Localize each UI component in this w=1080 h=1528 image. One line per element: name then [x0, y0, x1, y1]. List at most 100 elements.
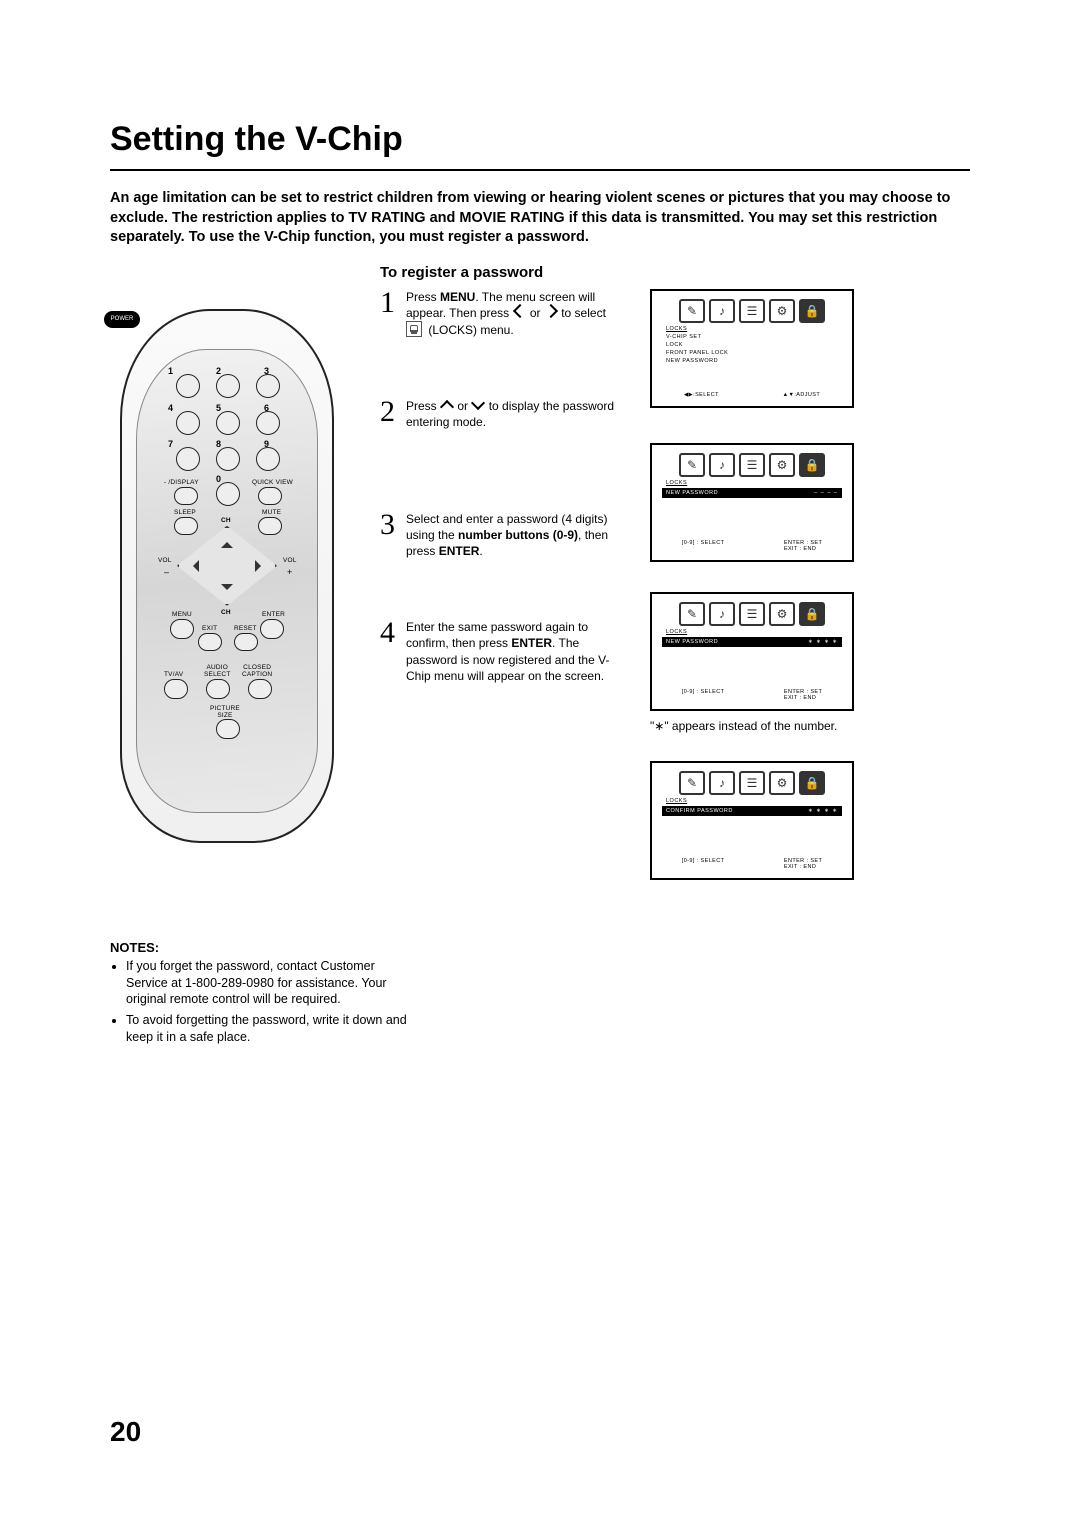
picsize-label: PICTURE SIZE	[210, 705, 240, 719]
num-2	[216, 374, 240, 398]
exit-button	[198, 633, 222, 651]
step-text: Enter the same password again to confirm…	[406, 619, 620, 684]
up-chevron-icon	[440, 400, 454, 414]
num-1	[176, 374, 200, 398]
osd-tab-picture-icon: ✎	[679, 299, 705, 323]
osd-tab-setup-icon: ☰	[739, 453, 765, 477]
right-chevron-icon	[544, 304, 558, 318]
num-6	[256, 411, 280, 435]
mute-label: MUTE	[262, 509, 281, 516]
enter-label: ENTER	[262, 611, 285, 618]
page-number: 20	[110, 1416, 141, 1448]
power-button: POWER	[104, 311, 140, 328]
step-3: 3 Select and enter a password (4 digits)…	[380, 511, 620, 560]
audio-label: AUDIO SELECT	[204, 664, 231, 678]
osd-screen-1: ✎ ♪ ☰ ⚙ 🔒 LOCKS V-CHIP SET LOCK FRONT PA…	[650, 289, 854, 408]
menu-label: MENU	[172, 611, 192, 618]
exit-label: EXIT	[202, 625, 217, 632]
num-7	[176, 447, 200, 471]
notes-heading: NOTES:	[110, 940, 410, 955]
osd-tab-audio-icon: ♪	[709, 602, 735, 626]
osd-footer-left: [0-9] : SELECT	[682, 858, 725, 870]
osd-tab-locks-icon: 🔒	[799, 299, 825, 323]
num-label-1: 1	[168, 366, 173, 376]
num-label-5: 5	[216, 403, 221, 413]
enter-button	[260, 619, 284, 639]
lock-icon	[406, 321, 422, 337]
display-button	[174, 487, 198, 505]
osd-tab-timer-icon: ⚙	[769, 453, 795, 477]
num-5	[216, 411, 240, 435]
num-8	[216, 447, 240, 471]
osd-footer-r2: EXIT : END	[784, 546, 822, 552]
osd-footer-left: [0-9] : SELECT	[682, 540, 725, 552]
osd-tab-setup-icon: ☰	[739, 771, 765, 795]
num-9	[256, 447, 280, 471]
osd-tab-timer-icon: ⚙	[769, 771, 795, 795]
step-4: 4 Enter the same password again to confi…	[380, 619, 620, 684]
num-label-4: 4	[168, 403, 173, 413]
step-number: 2	[380, 398, 406, 430]
audio-button	[206, 679, 230, 699]
num-4	[176, 411, 200, 435]
osd-highlight-line: NEW PASSWORD∗ ∗ ∗ ∗	[662, 637, 842, 647]
page-title: Setting the V-Chip	[110, 120, 970, 159]
osd-tab-picture-icon: ✎	[679, 602, 705, 626]
osd-tab-locks-icon: 🔒	[799, 602, 825, 626]
osd-line: V-CHIP SET	[652, 334, 852, 342]
osd-highlight-line: CONFIRM PASSWORD∗ ∗ ∗ ∗	[662, 806, 842, 816]
osd-screen-2: ✎ ♪ ☰ ⚙ 🔒 LOCKS NEW PASSWORD– – – – [0-9…	[650, 443, 854, 562]
quickview-label: QUICK VIEW	[252, 479, 293, 486]
vol-plus-label-top: VOL	[283, 557, 297, 564]
num-label-2: 2	[216, 366, 221, 376]
osd-section-title: LOCKS	[652, 629, 852, 637]
osd-section-title: LOCKS	[652, 480, 852, 488]
osd-highlight-line: NEW PASSWORD– – – –	[662, 488, 842, 498]
osd-tab-setup-icon: ☰	[739, 602, 765, 626]
osd-tab-locks-icon: 🔒	[799, 771, 825, 795]
display-label: - /DISPLAY	[164, 479, 199, 486]
osd-footer-r2: EXIT : END	[784, 864, 822, 870]
menu-button	[170, 619, 194, 639]
asterisk-note: "∗" appears instead of the number.	[650, 719, 970, 733]
notes-section: NOTES: If you forget the password, conta…	[110, 940, 410, 1046]
osd-line: FRONT PANEL LOCK	[652, 350, 852, 358]
osd-footer-r1: ENTER : SET	[784, 689, 822, 695]
osd-tab-audio-icon: ♪	[709, 299, 735, 323]
cc-label: CLOSED CAPTION	[242, 664, 272, 678]
osd-section-title: LOCKS	[652, 326, 852, 334]
divider	[110, 169, 970, 171]
osd-tab-locks-icon: 🔒	[799, 453, 825, 477]
osd-footer-r2: EXIT : END	[784, 695, 822, 701]
osd-tab-setup-icon: ☰	[739, 299, 765, 323]
down-chevron-icon	[471, 396, 485, 410]
quickview-button	[258, 487, 282, 505]
note-item: To avoid forgetting the password, write …	[126, 1012, 410, 1046]
ch-label-bottom: CH	[221, 609, 231, 616]
osd-tab-picture-icon: ✎	[679, 453, 705, 477]
osd-screen-4: ✎ ♪ ☰ ⚙ 🔒 LOCKS CONFIRM PASSWORD∗ ∗ ∗ ∗ …	[650, 761, 854, 880]
osd-line: LOCK	[652, 342, 852, 350]
left-chevron-icon	[512, 304, 526, 318]
num-label-0: 0	[216, 474, 221, 484]
num-0	[216, 482, 240, 506]
reset-button	[234, 633, 258, 651]
step-number: 3	[380, 511, 406, 560]
section-subhead: To register a password	[380, 264, 970, 281]
osd-tab-timer-icon: ⚙	[769, 299, 795, 323]
remote-illustration: POWER 1 2 3 4 5 6 7 8 9 -	[120, 309, 334, 843]
osd-section-title: LOCKS	[652, 798, 852, 806]
intro-paragraph: An age limitation can be set to restrict…	[110, 189, 970, 248]
osd-screen-3: ✎ ♪ ☰ ⚙ 🔒 LOCKS NEW PASSWORD∗ ∗ ∗ ∗ [0-9…	[650, 592, 854, 711]
osd-footer-r1: ENTER : SET	[784, 540, 822, 546]
note-item: If you forget the password, contact Cust…	[126, 958, 410, 1009]
tvav-button	[164, 679, 188, 699]
step-text: Press or to display the password enterin…	[406, 398, 620, 430]
reset-label: RESET	[234, 625, 257, 632]
step-text: Select and enter a password (4 digits) u…	[406, 511, 620, 560]
osd-line: NEW PASSWORD	[652, 358, 852, 366]
vol-minus-label-top: VOL	[158, 557, 172, 564]
vol-minus-label-bot: –	[164, 567, 169, 577]
step-2: 2 Press or to display the password enter…	[380, 398, 620, 430]
num-label-7: 7	[168, 439, 173, 449]
